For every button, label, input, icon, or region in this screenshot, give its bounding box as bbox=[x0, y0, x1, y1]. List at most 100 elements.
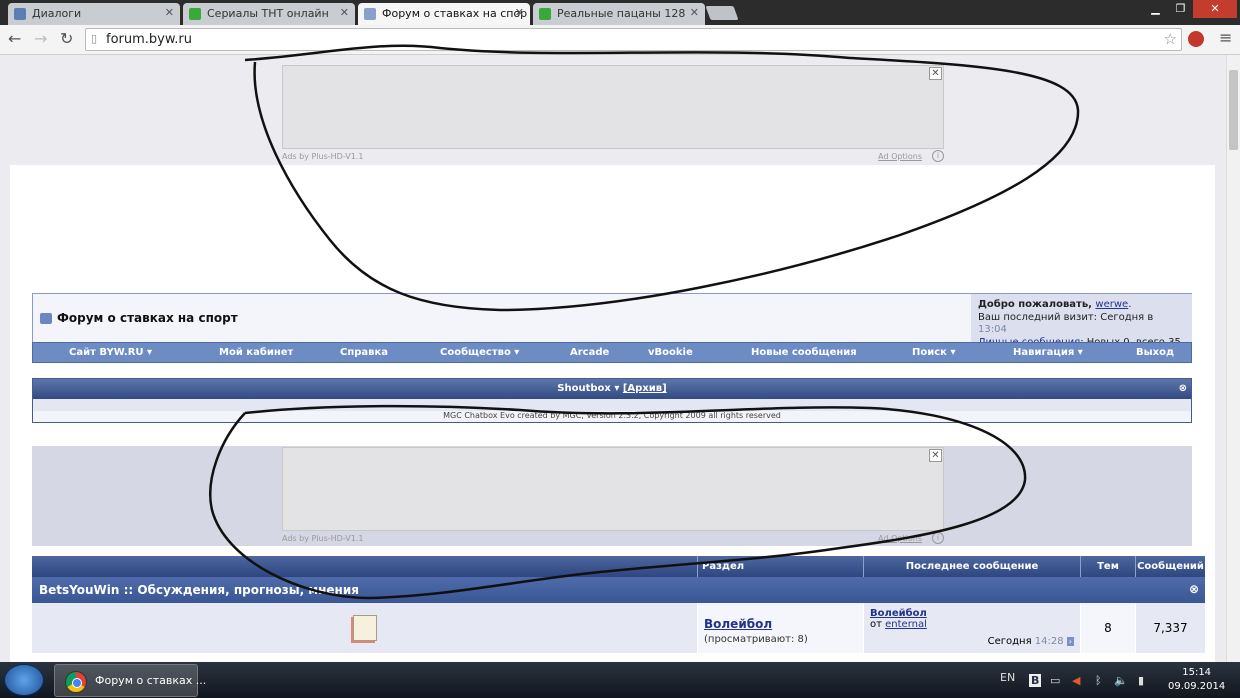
vk-tray-icon[interactable]: B bbox=[1029, 674, 1042, 687]
forward-icon[interactable]: → bbox=[34, 29, 47, 48]
clock-date: 09.09.2014 bbox=[1168, 681, 1226, 692]
last-post-time: 14:28 bbox=[1034, 636, 1064, 647]
tab-real-boys[interactable]: Реальные пацаны 128 ✕ bbox=[533, 3, 705, 25]
forum-navbar: Сайт BYW.RU ▾ Мой кабинет Справка Сообще… bbox=[32, 342, 1192, 363]
vk-icon bbox=[14, 8, 26, 20]
ad-options-link[interactable]: Ad Options bbox=[878, 152, 922, 161]
close-tab-icon[interactable]: ✕ bbox=[515, 6, 524, 19]
start-button[interactable] bbox=[4, 664, 44, 696]
site-icon bbox=[189, 8, 201, 20]
close-ad-icon[interactable]: ✕ bbox=[929, 67, 942, 80]
category-row[interactable]: BetsYouWin :: Обсуждения, прогнозы, мнен… bbox=[32, 577, 1205, 603]
shoutbox-header: Shoutbox ▾ [Архив] ⊗ bbox=[33, 379, 1191, 399]
network-icon[interactable]: ▭ bbox=[1050, 674, 1060, 687]
nav-navigation[interactable]: Навигация ▾ bbox=[1013, 347, 1083, 358]
nav-site[interactable]: Сайт BYW.RU ▾ bbox=[69, 347, 152, 358]
info-icon[interactable]: i bbox=[932, 532, 944, 544]
ad-footer: Ads by Plus-HD-V1.1 Ad Options i bbox=[282, 150, 944, 162]
url-text: forum.byw.ru bbox=[106, 32, 193, 47]
extension-icon[interactable] bbox=[1188, 31, 1204, 47]
volume-icon[interactable]: 🔈 bbox=[1114, 674, 1128, 687]
power-icon[interactable]: ▮ bbox=[1138, 674, 1144, 687]
last-post-date: Сегодня bbox=[987, 636, 1035, 647]
tab-tnt[interactable]: Сериалы ТНТ онлайн ✕ bbox=[183, 3, 355, 25]
menu-icon[interactable]: ≡ bbox=[1219, 28, 1232, 47]
welcome-box: Добро пожаловать, werwe. Ваш последний в… bbox=[971, 294, 1192, 348]
nav-community[interactable]: Сообщество ▾ bbox=[440, 347, 519, 358]
last-post-link[interactable]: Волейбол bbox=[870, 608, 927, 619]
nav-logout[interactable]: Выход bbox=[1136, 347, 1174, 358]
language-indicator[interactable]: EN bbox=[1000, 671, 1015, 684]
tab-forum[interactable]: Форум о ставках на спор ✕ bbox=[358, 3, 530, 25]
header-section: Раздел bbox=[697, 556, 863, 577]
new-tab-button[interactable] bbox=[705, 6, 739, 20]
shoutbox-input-row[interactable] bbox=[33, 399, 1191, 411]
thread-count: 8 bbox=[1080, 603, 1135, 653]
username-link[interactable]: werwe bbox=[1095, 299, 1128, 310]
category-title[interactable]: BetsYouWin :: Обсуждения, прогнозы, мнен… bbox=[39, 583, 359, 597]
welcome-text: Добро пожаловать, bbox=[978, 299, 1096, 310]
shoutbox-title[interactable]: Shoutbox ▾ bbox=[557, 383, 619, 394]
forum-table: Раздел Последнее сообщение Тем Сообщений… bbox=[32, 556, 1205, 662]
collapse-icon[interactable]: ⊗ bbox=[1189, 582, 1199, 596]
tab-title: Сериалы ТНТ онлайн bbox=[207, 7, 329, 20]
tab-title: Форум о ставках на спор bbox=[382, 7, 528, 20]
collapse-icon[interactable]: ⊗ bbox=[1179, 379, 1187, 399]
ad-options-link[interactable]: Ad Options bbox=[878, 534, 922, 543]
minimize-button[interactable]: ▁ bbox=[1143, 0, 1168, 18]
clock[interactable]: 15:14 09.09.2014 bbox=[1168, 666, 1225, 694]
last-visit-time: 13:04 bbox=[978, 324, 1007, 335]
last-poster-link[interactable]: enternal bbox=[885, 619, 927, 630]
forum-icon-cell bbox=[32, 603, 697, 653]
ad-banner-middle[interactable]: ✕ bbox=[282, 447, 944, 531]
close-tab-icon[interactable]: ✕ bbox=[690, 6, 699, 19]
tab-strip: Диалоги ✕ Сериалы ТНТ онлайн ✕ Форум о ста… bbox=[0, 0, 1240, 25]
forum-link[interactable]: Волейбол bbox=[704, 617, 772, 631]
go-to-post-icon[interactable]: › bbox=[1066, 637, 1074, 646]
taskbar: Форум о ставках ... EN B ▭ ◀ ᛒ 🔈 ▮ 15:14… bbox=[0, 662, 1240, 698]
nav-vbookie[interactable]: vBookie bbox=[648, 347, 693, 358]
tab-title: Диалоги bbox=[32, 7, 82, 20]
ad-banner-top[interactable]: ✕ bbox=[282, 65, 944, 149]
alert-icon[interactable]: ◀ bbox=[1072, 674, 1080, 687]
chrome-icon bbox=[65, 671, 87, 693]
ad-footer: Ads by Plus-HD-V1.1 Ad Options i bbox=[282, 532, 944, 544]
scrollbar-thumb[interactable] bbox=[1229, 70, 1238, 150]
clock-time: 15:14 bbox=[1182, 667, 1212, 678]
by-label: от bbox=[870, 619, 886, 630]
site-icon bbox=[539, 8, 551, 20]
close-tab-icon[interactable]: ✕ bbox=[165, 6, 174, 19]
tab-dialogs[interactable]: Диалоги ✕ bbox=[8, 3, 180, 25]
ad-label: Ads by Plus-HD-V1.1 bbox=[282, 152, 364, 161]
maximize-button[interactable]: ❐ bbox=[1168, 0, 1193, 18]
header-threads: Тем bbox=[1080, 556, 1135, 577]
shoutbox-archive-link[interactable]: [Архив] bbox=[623, 383, 667, 394]
address-bar[interactable]: ▯ forum.byw.ru ☆ bbox=[85, 28, 1182, 51]
nav-new-posts[interactable]: Новые сообщения bbox=[751, 347, 857, 358]
shoutbox: Shoutbox ▾ [Архив] ⊗ MGC Chatbox Evo crea… bbox=[32, 378, 1192, 423]
forum-name-cell: Волейбол (просматривают: 8) bbox=[697, 603, 863, 653]
nav-help[interactable]: Справка bbox=[340, 347, 388, 358]
star-icon[interactable]: ☆ bbox=[1164, 30, 1177, 48]
nav-search[interactable]: Поиск ▾ bbox=[912, 347, 955, 358]
info-icon[interactable]: i bbox=[932, 150, 944, 162]
nav-arcade[interactable]: Arcade bbox=[570, 347, 609, 358]
close-window-button[interactable]: ✕ bbox=[1193, 0, 1237, 18]
last-post-cell: Волейбол от enternal Сегодня 14:28 › bbox=[863, 603, 1080, 653]
bluetooth-icon[interactable]: ᛒ bbox=[1095, 674, 1102, 687]
back-icon[interactable]: ← bbox=[8, 29, 21, 48]
last-visit-label: Ваш последний визит: Сегодня в bbox=[978, 311, 1154, 323]
header-last-post: Последнее сообщение bbox=[863, 556, 1080, 577]
nav-my-cabinet[interactable]: Мой кабинет bbox=[219, 347, 293, 358]
forum-icon bbox=[364, 8, 376, 20]
taskbar-chrome-app[interactable]: Форум о ставках ... bbox=[54, 664, 206, 697]
taskbar-app-title: Форум о ставках ... bbox=[95, 674, 207, 687]
page-icon: ▯ bbox=[91, 32, 98, 45]
header-blank bbox=[32, 556, 697, 577]
viewing-count: (просматривают: 8) bbox=[704, 634, 808, 645]
close-ad-icon[interactable]: ✕ bbox=[929, 449, 942, 462]
forum-header: Форум о ставках на спорт Добро пожаловат… bbox=[32, 293, 1192, 348]
close-tab-icon[interactable]: ✕ bbox=[340, 6, 349, 19]
reload-icon[interactable]: ↻ bbox=[60, 29, 73, 48]
forum-title[interactable]: Форум о ставках на спорт bbox=[57, 311, 238, 325]
